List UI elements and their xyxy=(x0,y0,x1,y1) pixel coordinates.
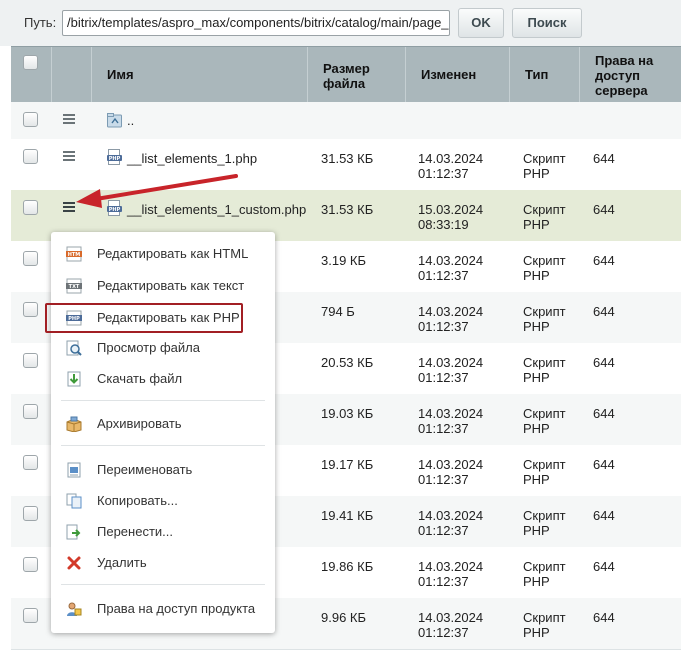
edit-text-icon: TXT xyxy=(66,278,82,294)
svg-text:HTM: HTM xyxy=(68,252,81,258)
edit-html-icon: HTM xyxy=(66,246,82,262)
menu-item-label: Перенести... xyxy=(97,524,173,539)
menu-item-label: Права на доступ продукта xyxy=(97,601,256,616)
menu-item-label: Редактировать как HTML xyxy=(97,246,249,261)
delete-icon xyxy=(67,556,81,570)
menu-item-rename[interactable]: Переименовать xyxy=(51,457,275,483)
menu-item-label: Копировать... xyxy=(97,493,178,508)
menu-item-copy[interactable]: Копировать... xyxy=(51,488,275,514)
move-icon xyxy=(66,524,81,540)
menu-separator xyxy=(61,400,265,401)
menu-item-label: Переименовать xyxy=(97,462,193,477)
menu-item-view-file[interactable]: Просмотр файла xyxy=(51,335,275,361)
rename-icon xyxy=(67,462,81,478)
access-rights-icon xyxy=(67,602,82,616)
view-file-icon xyxy=(66,340,82,356)
copy-icon xyxy=(66,493,82,509)
context-menu: HTM Редактировать как HTML TXT Редактироват… xyxy=(45,232,275,633)
menu-item-archive[interactable]: Архивировать xyxy=(51,411,275,437)
download-icon xyxy=(67,371,81,387)
menu-item-move[interactable]: Перенести... xyxy=(51,519,275,545)
menu-item-edit-text[interactable]: TXT Редактировать как текст xyxy=(51,273,275,299)
menu-item-label: Удалить xyxy=(97,555,147,570)
menu-item-edit-php[interactable]: PHP Редактировать как PHP xyxy=(45,303,243,333)
menu-item-edit-html[interactable]: HTM Редактировать как HTML xyxy=(51,241,275,267)
menu-item-label: Скачать файл xyxy=(97,371,183,386)
menu-item-label: Архивировать xyxy=(97,416,182,431)
menu-separator xyxy=(61,445,265,446)
menu-item-label: Редактировать как текст xyxy=(97,278,245,293)
svg-text:PHP: PHP xyxy=(68,316,80,322)
edit-php-icon: PHP xyxy=(66,310,82,326)
menu-item-download[interactable]: Скачать файл xyxy=(51,366,275,392)
svg-text:TXT: TXT xyxy=(69,284,80,290)
menu-item-label: Редактировать как PHP xyxy=(97,310,240,325)
menu-item-access-rights[interactable]: Права на доступ продукта xyxy=(51,596,275,622)
menu-separator xyxy=(61,584,265,585)
archive-icon xyxy=(66,416,82,432)
menu-item-label: Просмотр файла xyxy=(97,340,200,355)
menu-item-delete[interactable]: Удалить xyxy=(51,550,275,576)
